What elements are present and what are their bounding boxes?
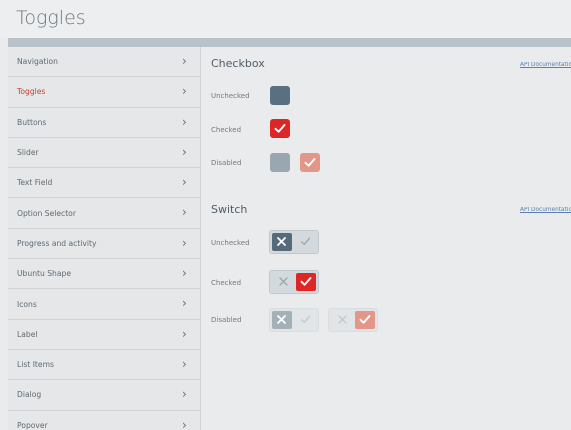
sidebar: Navigation › Toggles › Buttons › Slider … [8, 47, 201, 430]
checkmark-icon [359, 315, 371, 324]
checkmark-icon [300, 315, 311, 323]
sidebar-item-label: Text Field [17, 178, 53, 188]
switch-unchecked-label: Unchecked [211, 239, 250, 247]
chevron-right-icon: › [182, 296, 187, 311]
switch-checked-label: Checked [211, 279, 242, 287]
cross-icon [279, 277, 288, 286]
sidebar-item-ubuntu-shape[interactable]: Ubuntu Shape › [8, 259, 200, 290]
switch-disabled-checked [328, 308, 378, 332]
sidebar-item-label: Toggles [17, 87, 46, 97]
sidebar-item-label: Popover [17, 420, 48, 430]
chevron-right-icon: › [182, 417, 187, 430]
checkmark-icon [300, 277, 312, 286]
switch-knob [355, 311, 375, 329]
checkbox-disabled-label: Disabled [211, 159, 242, 167]
sidebar-item-label: Option Selector [17, 208, 76, 218]
chevron-right-icon: › [182, 54, 187, 68]
chevron-right-icon: › [182, 387, 187, 402]
switch-api-link[interactable]: API Documentation [520, 207, 571, 213]
sidebar-item-label: Ubuntu Shape [17, 269, 71, 279]
sidebar-item-slider[interactable]: Slider › [8, 138, 200, 169]
cross-icon [277, 315, 286, 324]
sidebar-item-icons[interactable]: Icons › [8, 289, 200, 320]
sidebar-item-text-field[interactable]: Text Field › [8, 168, 200, 199]
sidebar-item-popover[interactable]: Popover › [8, 411, 200, 430]
checkbox-checked-label: Checked [211, 126, 242, 134]
chevron-right-icon: › [182, 356, 187, 371]
sidebar-item-label: Dialog [17, 390, 42, 400]
app-header: Toggles [0, 0, 571, 38]
checkmark-icon [300, 237, 311, 245]
chevron-right-icon: › [182, 114, 187, 129]
sidebar-item-label: Label [17, 329, 38, 339]
switch-knob [272, 233, 292, 251]
chevron-right-icon: › [182, 235, 187, 250]
switch-knob [272, 311, 292, 329]
switch-knob [296, 273, 316, 291]
switch-checked[interactable] [269, 270, 319, 294]
switch-unchecked[interactable] [269, 230, 319, 254]
sidebar-item-progress-and-activity[interactable]: Progress and activity › [8, 229, 200, 260]
chevron-right-icon: › [182, 175, 187, 190]
switch-disabled-unchecked [269, 308, 319, 332]
checkbox-section-title: Checkbox [211, 57, 265, 70]
chevron-right-icon: › [182, 84, 187, 99]
checkbox-checked[interactable] [270, 119, 290, 138]
checkmark-icon [304, 158, 316, 167]
chevron-right-icon: › [182, 144, 187, 159]
switch-disabled-label: Disabled [211, 316, 242, 324]
checkbox-disabled-checked [300, 153, 320, 172]
chevron-right-icon: › [182, 266, 187, 281]
chevron-right-icon: › [182, 326, 187, 341]
sidebar-item-dialog[interactable]: Dialog › [8, 380, 200, 411]
header-divider [8, 38, 571, 47]
chevron-right-icon: › [182, 205, 187, 220]
sidebar-item-label: Progress and activity [17, 238, 97, 248]
sidebar-item-label: Navigation [17, 57, 58, 67]
sidebar-item-navigation[interactable]: Navigation › [8, 47, 200, 78]
cross-icon [277, 237, 286, 246]
sidebar-item-buttons[interactable]: Buttons › [8, 108, 200, 138]
main-content: Checkbox API Documentation Unchecked Che… [202, 47, 571, 430]
sidebar-item-label: Slider [17, 148, 39, 158]
checkbox-unchecked-label: Unchecked [211, 92, 250, 100]
sidebar-item-toggles[interactable]: Toggles › [8, 77, 200, 108]
sidebar-item-label: Icons [17, 299, 37, 309]
checkbox-disabled-unchecked [270, 153, 290, 172]
checkmark-icon [274, 124, 286, 133]
sidebar-item-option-selector[interactable]: Option Selector › [8, 198, 200, 229]
cross-icon [338, 315, 347, 324]
sidebar-item-label[interactable]: Label › [8, 320, 200, 350]
sidebar-item-list-items[interactable]: List Items › [8, 350, 200, 381]
sidebar-item-label: Buttons [17, 117, 47, 127]
checkbox-api-link[interactable]: API Documentation [520, 62, 571, 68]
page-title: Toggles [16, 7, 86, 29]
checkbox-unchecked[interactable] [270, 86, 290, 105]
sidebar-item-label: List Items [17, 360, 54, 370]
switch-section-title: Switch [211, 203, 248, 216]
